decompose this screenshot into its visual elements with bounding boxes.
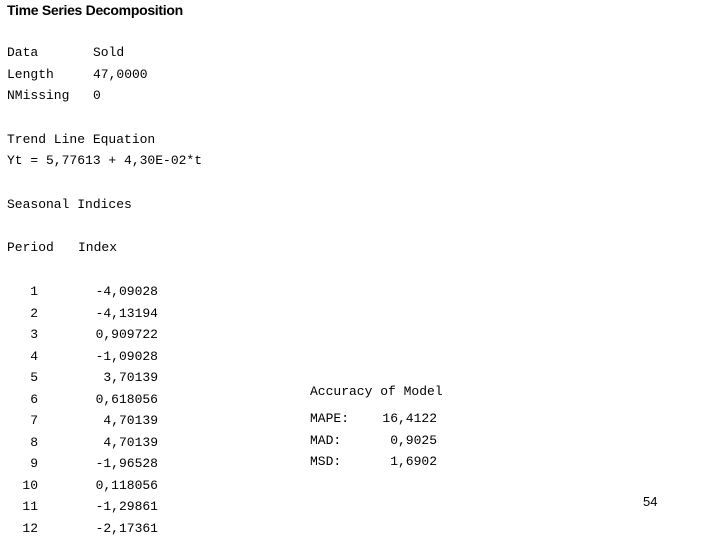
trend-line-heading: Trend Line Equation: [7, 132, 156, 147]
period-value: 11: [22, 499, 38, 514]
page-title: Time Series Decomposition: [7, 2, 183, 18]
column-header-index: Index: [78, 240, 118, 255]
period-value: 6: [30, 391, 38, 407]
index-value: -1,96528: [95, 456, 158, 471]
page-number: 54: [643, 494, 658, 509]
summary-value: Sold: [93, 45, 125, 60]
summary-label: Length: [7, 66, 54, 82]
trend-line-equation: Yt = 5,77613 + 4,30E-02*t: [7, 153, 203, 168]
report-page: Time Series Decomposition Data Sold Leng…: [0, 0, 720, 540]
index-value: 4,70139: [103, 434, 158, 450]
index-value: -4,13194: [95, 305, 158, 321]
period-value: 7: [30, 413, 38, 428]
index-value: 0,118056: [95, 477, 158, 493]
seasonal-indices-heading: Seasonal Indices: [7, 197, 132, 212]
accuracy-label: MSD:: [310, 454, 342, 469]
index-value: 4,70139: [103, 413, 158, 428]
period-value: 8: [30, 434, 38, 450]
summary-label: Data: [7, 45, 39, 60]
index-value: 0,909722: [95, 327, 158, 342]
accuracy-row: MAD: 0,9025: [310, 434, 437, 456]
summary-label: NMissing: [7, 88, 70, 103]
accuracy-row: MSD: 1,6902: [310, 455, 437, 477]
period-value: 1: [30, 284, 38, 299]
period-value: 10: [22, 477, 38, 493]
index-value: -2,17361: [95, 520, 158, 536]
period-value: 2: [30, 305, 38, 321]
accuracy-row: MAPE: 16,4122: [310, 412, 437, 434]
period-value: 9: [30, 456, 38, 471]
period-value: 12: [22, 520, 38, 536]
index-value: 3,70139: [103, 370, 158, 385]
index-value: -1,29861: [95, 499, 158, 514]
column-header-period: Period: [7, 240, 54, 255]
period-value: 5: [30, 370, 38, 385]
accuracy-heading: Accuracy of Model: [310, 384, 443, 399]
period-value: 3: [30, 327, 38, 342]
period-value: 4: [30, 348, 38, 364]
accuracy-value: 16,4122: [382, 411, 437, 426]
accuracy-value: 1,6902: [390, 454, 437, 469]
index-value: -1,09028: [95, 348, 158, 364]
accuracy-label: MAPE:: [310, 411, 350, 426]
index-value: 0,618056: [95, 391, 158, 407]
accuracy-label: MAD:: [310, 432, 342, 448]
summary-value: 47,0000: [93, 66, 148, 82]
accuracy-value: 0,9025: [390, 432, 437, 448]
summary-value: 0: [93, 88, 101, 103]
index-value: -4,09028: [95, 284, 158, 299]
